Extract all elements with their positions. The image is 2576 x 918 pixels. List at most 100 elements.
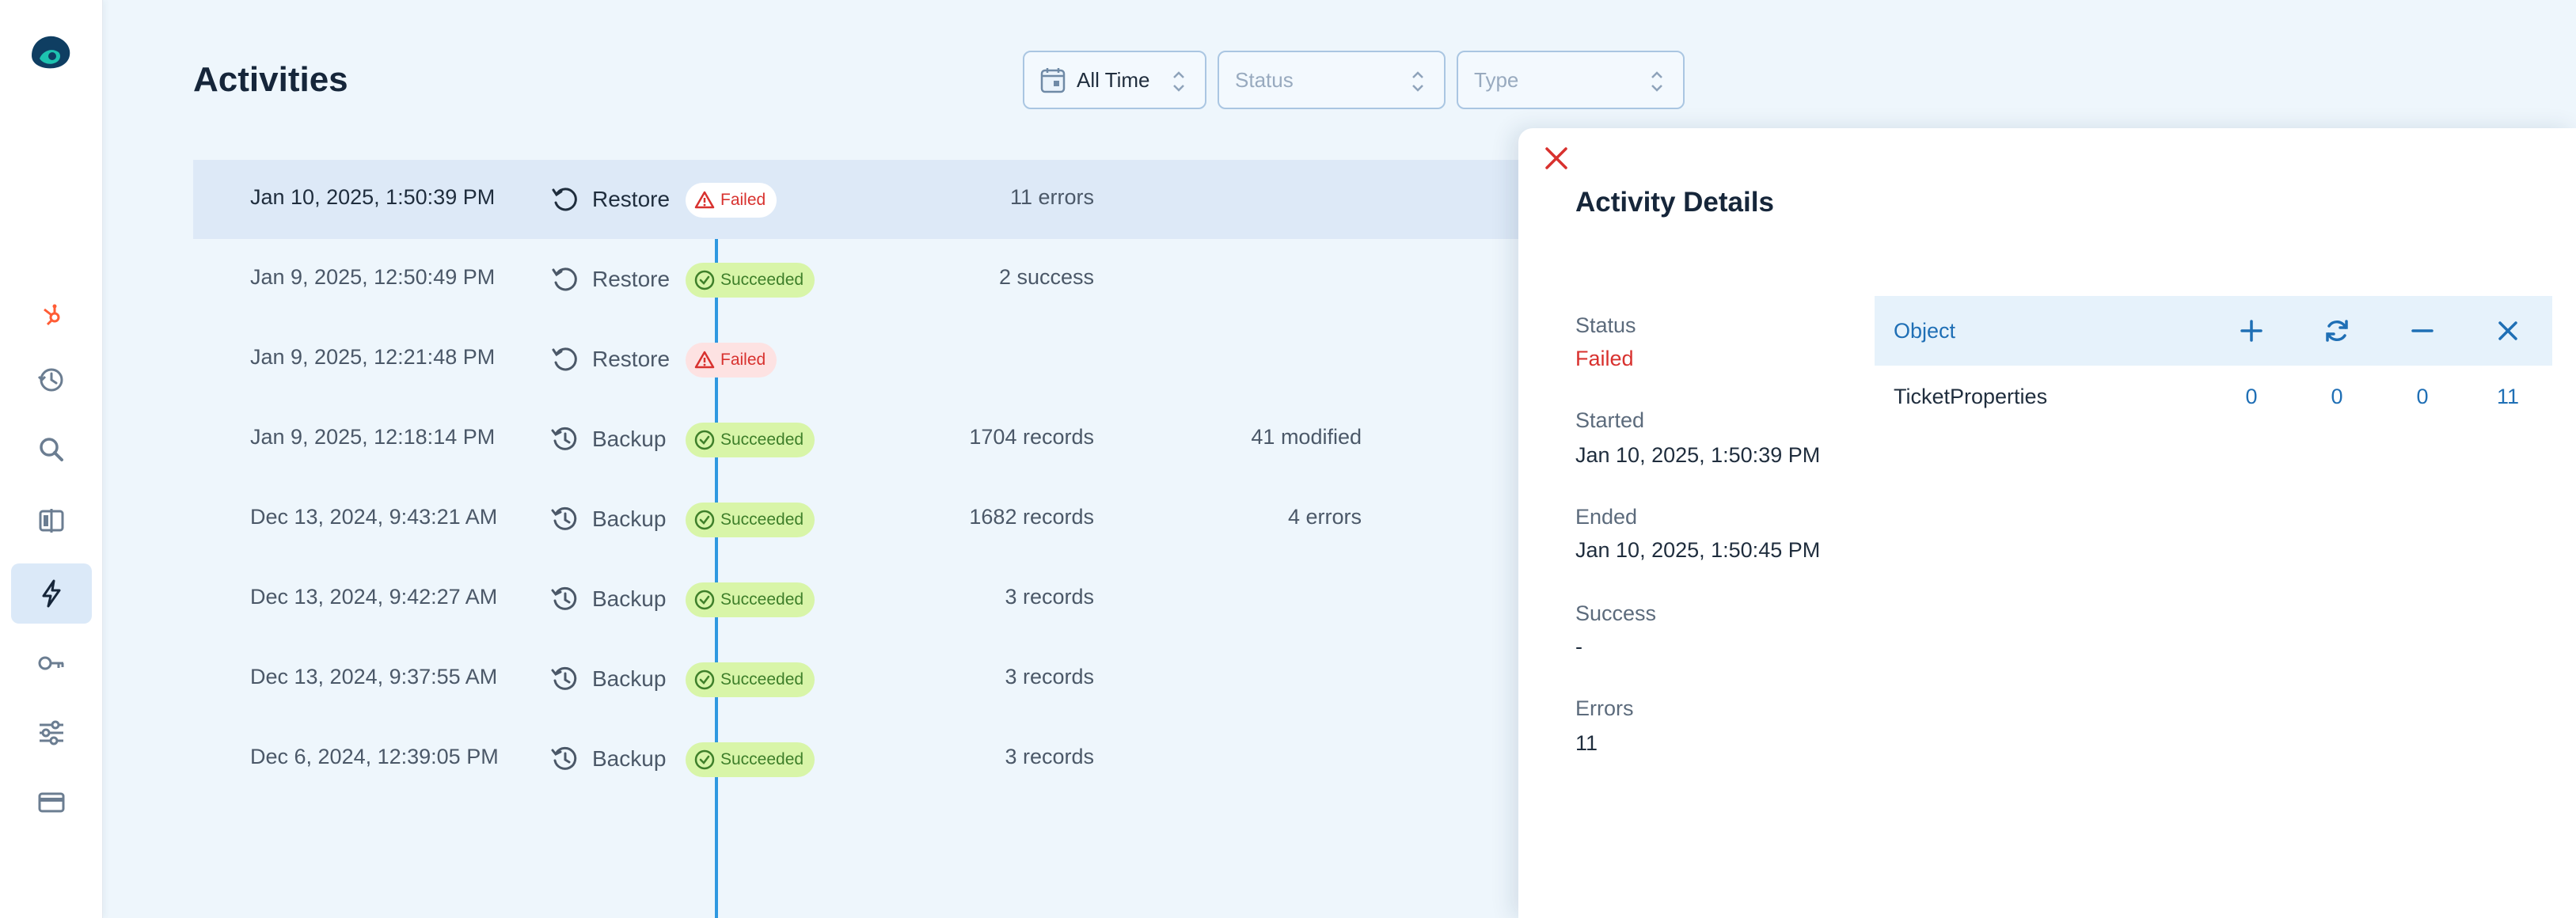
error-count: 11 bbox=[2496, 385, 2520, 408]
status-label: Status bbox=[1575, 313, 1636, 337]
activity-row[interactable]: Jan 10, 2025, 1:50:39 PM Restore Failed 11 … bbox=[193, 160, 1539, 239]
warning-icon bbox=[694, 351, 715, 369]
status-badge: Failed bbox=[686, 183, 777, 218]
status-badge: Succeeded bbox=[686, 662, 815, 697]
status-badge-label: Failed bbox=[720, 191, 766, 209]
activity-summary: 1682 records bbox=[969, 505, 1094, 529]
backup-clock-icon bbox=[551, 666, 577, 690]
started-label: Started bbox=[1575, 408, 1645, 432]
sidebar-item-keys[interactable] bbox=[11, 633, 92, 693]
chevron-updown-icon bbox=[1173, 71, 1184, 92]
activity-row[interactable]: Dec 13, 2024, 9:43:21 AM Backup Succeeded 1… bbox=[193, 480, 1539, 559]
success-label: Success bbox=[1575, 601, 1657, 625]
activity-type: Restore bbox=[549, 342, 670, 377]
chevron-updown-icon bbox=[1651, 71, 1662, 92]
x-icon[interactable] bbox=[2494, 317, 2522, 345]
activity-row[interactable]: Dec 6, 2024, 12:39:05 PM Backup Succeeded 3… bbox=[193, 719, 1539, 799]
object-column-header[interactable]: Object bbox=[1894, 319, 1955, 343]
check-circle-icon bbox=[694, 430, 715, 450]
restore-icon bbox=[552, 347, 577, 371]
history-icon bbox=[37, 368, 63, 392]
activity-type-label: Restore bbox=[592, 267, 671, 291]
activity-summary: 1704 records bbox=[969, 425, 1094, 449]
activity-type-label: Backup bbox=[592, 586, 667, 611]
activity-row[interactable]: Jan 9, 2025, 12:50:49 PM Restore Succeeded… bbox=[193, 240, 1539, 319]
sidebar-item-hubspot[interactable] bbox=[11, 285, 92, 345]
backup-clock-icon bbox=[551, 427, 577, 450]
details-title: Activity Details bbox=[1575, 187, 1774, 218]
search-icon bbox=[40, 438, 63, 461]
activity-summary: 3 records bbox=[1005, 585, 1094, 609]
activity-summary: 3 records bbox=[1005, 745, 1094, 768]
activity-date: Dec 13, 2024, 9:43:21 AM bbox=[250, 505, 498, 529]
activity-type: Backup bbox=[549, 742, 666, 776]
activity-summary: 2 success bbox=[998, 265, 1094, 289]
time-filter[interactable]: All Time bbox=[1023, 51, 1206, 109]
status-value: Failed bbox=[1575, 347, 1634, 370]
type-filter-placeholder: Type bbox=[1474, 67, 1519, 92]
status-filter-placeholder: Status bbox=[1235, 67, 1294, 92]
status-badge: Succeeded bbox=[686, 423, 815, 457]
calendar-icon bbox=[1040, 68, 1066, 93]
key-icon bbox=[38, 656, 64, 670]
errors-value: 11 bbox=[1575, 731, 1598, 755]
status-badge-label: Succeeded bbox=[720, 510, 804, 529]
restore-icon bbox=[552, 267, 577, 291]
ended-value: Jan 10, 2025, 1:50:45 PM bbox=[1575, 538, 1821, 562]
sidebar-item-compare[interactable] bbox=[11, 491, 92, 551]
started-value: Jan 10, 2025, 1:50:39 PM bbox=[1575, 443, 1821, 467]
sidebar-item-billing[interactable] bbox=[11, 772, 92, 833]
app-logo[interactable] bbox=[25, 32, 74, 71]
object-name: TicketProperties bbox=[1894, 385, 2048, 408]
activity-row[interactable]: Jan 9, 2025, 12:21:48 PM Restore Failed bbox=[193, 320, 1539, 399]
activity-type: Backup bbox=[549, 502, 666, 537]
activity-type: Backup bbox=[549, 582, 666, 616]
removed-count: 0 bbox=[2416, 385, 2429, 408]
minus-icon[interactable] bbox=[2408, 317, 2437, 345]
object-table-row[interactable]: TicketProperties 0 0 0 11 bbox=[1875, 366, 2552, 429]
activity-type-label: Backup bbox=[592, 427, 667, 451]
activity-type: Backup bbox=[549, 422, 666, 457]
time-filter-value: All Time bbox=[1077, 67, 1150, 92]
refresh-icon[interactable] bbox=[2323, 317, 2351, 345]
object-table-header: Object bbox=[1875, 296, 2552, 366]
activity-type-label: Backup bbox=[592, 746, 667, 771]
activity-date: Dec 13, 2024, 9:42:27 AM bbox=[250, 585, 498, 609]
chevron-updown-icon bbox=[1412, 71, 1423, 92]
activity-details-panel: Activity Details Status Failed Started J… bbox=[1518, 128, 2576, 918]
status-badge-label: Succeeded bbox=[720, 670, 804, 688]
activity-row[interactable]: Jan 9, 2025, 12:18:14 PM Backup Succeeded 1… bbox=[193, 400, 1539, 479]
plus-icon[interactable] bbox=[2237, 317, 2266, 345]
activity-type: Restore bbox=[549, 182, 670, 217]
activity-row[interactable]: Dec 13, 2024, 9:42:27 AM Backup Succeeded 3… bbox=[193, 560, 1539, 639]
close-icon[interactable] bbox=[1542, 144, 1571, 173]
sidebar-item-history[interactable] bbox=[11, 350, 92, 410]
backup-clock-icon bbox=[551, 506, 577, 530]
activity-type: Restore bbox=[549, 262, 670, 297]
status-badge-label: Succeeded bbox=[720, 750, 804, 768]
check-circle-icon bbox=[694, 749, 715, 770]
sidebar-item-settings[interactable] bbox=[11, 703, 92, 763]
hubspot-icon bbox=[44, 304, 60, 326]
activity-type: Backup bbox=[549, 662, 666, 696]
status-badge: Succeeded bbox=[686, 582, 815, 617]
activity-row[interactable]: Dec 13, 2024, 9:37:55 AM Backup Succeeded 3… bbox=[193, 639, 1539, 719]
activity-type-label: Restore bbox=[592, 187, 671, 211]
activity-summary: 11 errors bbox=[1009, 185, 1094, 209]
status-badge-label: Succeeded bbox=[720, 590, 804, 609]
updated-count: 0 bbox=[2331, 385, 2343, 408]
activity-type-label: Restore bbox=[592, 347, 671, 371]
activity-date: Jan 9, 2025, 12:50:49 PM bbox=[250, 265, 496, 289]
restore-icon bbox=[552, 188, 577, 211]
errors-label: Errors bbox=[1575, 696, 1634, 720]
lightning-icon bbox=[42, 579, 61, 608]
backup-clock-icon bbox=[551, 746, 577, 770]
type-filter[interactable]: Type bbox=[1457, 51, 1685, 109]
status-filter[interactable]: Status bbox=[1218, 51, 1446, 109]
sidebar-item-search[interactable] bbox=[11, 419, 92, 480]
activity-detail: 41 modified bbox=[1251, 425, 1362, 449]
ended-label: Ended bbox=[1575, 505, 1638, 529]
sliders-icon bbox=[40, 720, 63, 745]
sidebar-item-activities[interactable] bbox=[11, 563, 92, 624]
status-badge-label: Succeeded bbox=[720, 431, 804, 449]
